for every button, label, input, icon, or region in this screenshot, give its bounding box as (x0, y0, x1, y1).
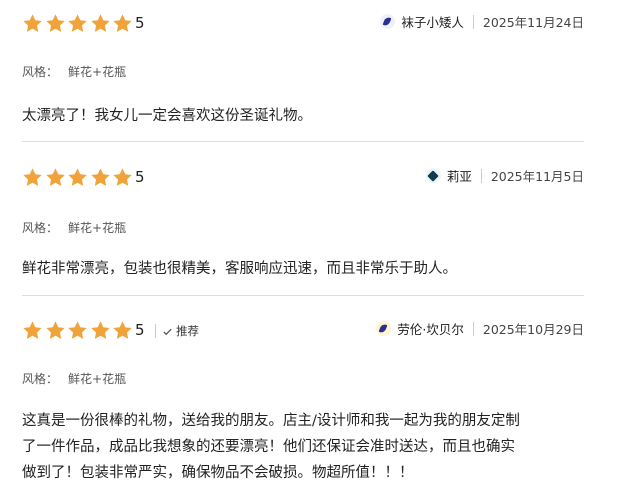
star-icon (23, 168, 42, 186)
style-value: 鲜花+花瓶 (68, 372, 127, 386)
rating-value: 5 (135, 321, 145, 339)
review-date: 2025年11月5日 (490, 169, 584, 184)
diamond-avatar-icon[interactable] (425, 168, 441, 183)
style-label: 风格： (22, 372, 59, 386)
style-label: 风格： (22, 65, 59, 79)
review-card: 5 推荐 劳伦·坎贝尔 2025年10月29日 风格： 鲜花+花瓶 这真是一份很棒… (0, 296, 618, 502)
crescent-avatar-icon[interactable] (376, 321, 392, 336)
review-text: 这真是一份很棒的礼物，送给我的朋友。店主/设计师和我一起为我的朋友定制 了一件作… (22, 408, 592, 486)
star-icon (45, 14, 65, 32)
star-icon (90, 168, 110, 186)
review-style: 风格： 鲜花+花瓶 (22, 370, 126, 387)
reviewer-info: 莉亚 2025年11月5日 (425, 166, 584, 185)
star-rating (22, 13, 135, 34)
star-icon (113, 321, 132, 339)
review-card: 5 袜子小矮人 2025年11月24日 风格： 鲜花+花瓶 太漂亮了！我女儿一定会… (0, 0, 618, 142)
review-date: 2025年10月29日 (482, 322, 584, 337)
style-value: 鲜花+花瓶 (68, 221, 127, 235)
star-icon (90, 321, 110, 339)
divider (480, 168, 482, 183)
star-icon (45, 321, 65, 339)
reviewer-info: 劳伦·坎贝尔 2025年10月29日 (376, 319, 584, 338)
check-icon (163, 328, 172, 335)
star-icon (68, 321, 87, 339)
star-icon (23, 14, 42, 32)
reviewer-name[interactable]: 莉亚 (447, 166, 472, 185)
review-date: 2025年11月24日 (482, 15, 584, 30)
rating-value: 5 (135, 14, 145, 32)
recommend-label: 推荐 (176, 324, 199, 338)
review-text-line: 做到了！包装非常严实，确保物品不会破损。物超所值！！！ (22, 465, 414, 481)
star-icon (68, 168, 87, 186)
divider (472, 14, 474, 29)
star-icon (23, 321, 42, 339)
divider (155, 324, 156, 338)
review-style: 风格： 鲜花+花瓶 (22, 219, 126, 236)
reviewer-info: 袜子小矮人 2025年11月24日 (380, 12, 584, 31)
review-style: 风格： 鲜花+花瓶 (22, 63, 126, 80)
divider (472, 321, 474, 336)
recommend-badge: 推荐 (155, 323, 199, 339)
star-icon (113, 14, 132, 32)
review-text: 鲜花非常漂亮，包装也很精美，客服响应迅速，而且非常乐于助人。 (22, 261, 457, 277)
star-icon (113, 168, 132, 186)
review-text-line: 了一件作品，成品比我想象的还要漂亮！他们还保证会准时送达，而且也确实 (22, 439, 515, 455)
star-rating (22, 167, 135, 188)
review-text-line: 这真是一份很棒的礼物，送给我的朋友。店主/设计师和我一起为我的朋友定制 (22, 413, 520, 429)
crescent-avatar-icon[interactable] (380, 14, 396, 29)
reviewer-name[interactable]: 劳伦·坎贝尔 (397, 319, 463, 338)
style-label: 风格： (22, 221, 59, 235)
star-rating (22, 320, 135, 341)
review-text: 太漂亮了！我女儿一定会喜欢这份圣诞礼物。 (22, 108, 312, 124)
star-icon (90, 14, 110, 32)
style-value: 鲜花+花瓶 (68, 65, 127, 79)
star-icon (68, 14, 87, 32)
review-card: 5 莉亚 2025年11月5日 风格： 鲜花+花瓶 鲜花非常漂亮，包装也很精美，客… (0, 142, 618, 296)
rating-value: 5 (135, 168, 145, 186)
reviewer-name[interactable]: 袜子小矮人 (401, 12, 464, 31)
star-icon (45, 168, 65, 186)
